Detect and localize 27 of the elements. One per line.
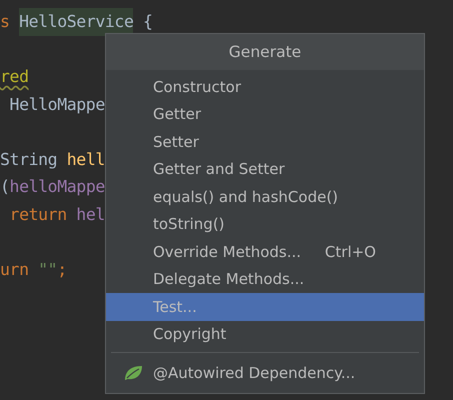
code-text: red — [0, 66, 29, 88]
menu-item[interactable]: @Autowired Dependency... — [106, 359, 424, 386]
leaf-icon — [124, 364, 143, 381]
menu-item[interactable]: Delegate Methods... — [106, 266, 424, 293]
menu-item[interactable]: equals() and hashCode() — [106, 183, 424, 210]
code-text: { — [142, 11, 153, 33]
code-text: ( — [0, 176, 10, 198]
code-text: urn — [0, 258, 30, 280]
menu-item[interactable]: Setter — [106, 128, 424, 156]
menu-item[interactable]: Constructor — [106, 73, 424, 100]
code-text: helloMappe — [10, 176, 105, 198]
menu-item[interactable]: Override Methods... Ctrl+O — [106, 238, 424, 266]
menu-item[interactable]: Getter and Setter — [106, 156, 424, 183]
code-text: String — [0, 148, 58, 170]
code-text: HelloMappe — [8, 94, 105, 116]
code-text: ; — [57, 258, 67, 280]
code-text: return — [8, 204, 68, 226]
menu-item[interactable]: Getter — [106, 100, 424, 128]
code-text: hel — [76, 204, 105, 226]
shortcut-text: Ctrl+O — [324, 242, 376, 261]
highlighted-code-text: HelloService — [19, 8, 134, 36]
menu-item[interactable]: toString() — [106, 210, 424, 238]
popup-title: Generate — [106, 34, 424, 70]
menu-item[interactable]: Copyright — [106, 320, 424, 348]
code-text: s — [0, 11, 11, 33]
code-text: hell — [66, 148, 105, 170]
code-text: "" — [38, 258, 58, 280]
